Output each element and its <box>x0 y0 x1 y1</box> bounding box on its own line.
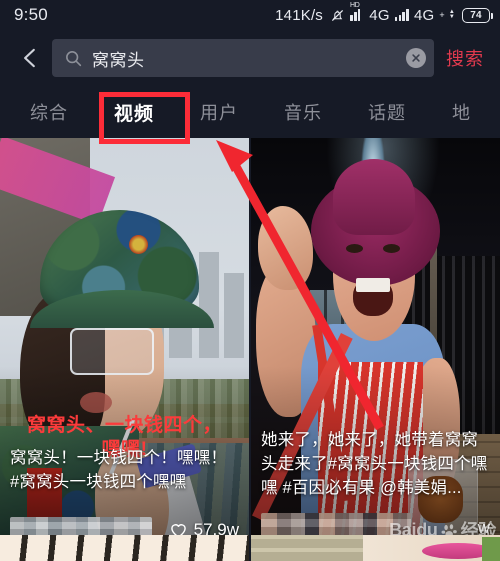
carrier-2-plus: + <box>439 10 445 20</box>
signal-bars-icon-1: HD <box>350 2 364 21</box>
carrier-1-label: 4G <box>369 6 390 24</box>
carrier-2-label: 4G <box>413 6 435 24</box>
clear-circle-icon[interactable] <box>406 48 426 68</box>
video-card-right[interactable]: 她来了，她来了，她带着窝窝头走来了#窝窝头一块钱四个嘿嘿 #百因必有果 @韩美娟… <box>251 138 500 561</box>
search-query-text: 窝窝头 <box>92 50 145 70</box>
peek-decoration-edge <box>482 537 500 561</box>
status-time: 9:50 <box>14 5 48 24</box>
tab-bar: 综合 视频 用户 音乐 话题 地 <box>0 86 500 138</box>
data-transfer-icon: ▲ ▼ <box>448 9 455 20</box>
back-chevron-icon <box>17 45 43 71</box>
tab-user[interactable]: 用户 <box>200 99 238 125</box>
video-card-left[interactable]: 窝窝头、一块钱四个， 嘿嘿! 窝窝头！一块钱四个！嘿嘿！ #窝窝头一块钱四个嘿嘿… <box>0 138 249 561</box>
search-submit-button[interactable]: 搜索 <box>434 45 490 71</box>
search-icon <box>64 49 83 68</box>
tab-video[interactable]: 视频 <box>114 99 154 126</box>
bell-muted-icon <box>330 8 345 23</box>
next-results-row-peek[interactable] <box>0 535 500 561</box>
battery-indicator: 74 <box>462 7 493 23</box>
search-header: 窝窝头 搜索 <box>0 30 500 86</box>
status-bar: 9:50 141K/s HD 4G 4G + ▲ ▼ 74 <box>0 0 500 30</box>
app-root: 9:50 141K/s HD 4G 4G + ▲ ▼ 74 窝窝头 搜索 综合 … <box>0 0 500 561</box>
tab-topic[interactable]: 话题 <box>368 99 406 125</box>
video-results-grid: 窝窝头、一块钱四个， 嘿嘿! 窝窝头！一块钱四个！嘿嘿！ #窝窝头一块钱四个嘿嘿… <box>0 138 500 561</box>
status-icons: 141K/s HD 4G 4G + ▲ ▼ 74 <box>275 2 493 24</box>
network-speed: 141K/s <box>275 6 324 24</box>
video-thumbnail-left <box>0 138 249 561</box>
tab-comprehensive[interactable]: 综合 <box>30 99 68 125</box>
video-caption-right: 她来了，她来了，她带着窝窝头走来了#窝窝头一块钱四个嘿嘿 #百因必有果 @韩美娟… <box>261 431 488 498</box>
search-input[interactable]: 窝窝头 <box>52 39 434 77</box>
back-button[interactable] <box>8 36 52 80</box>
video-caption-left: 窝窝头！一块钱四个！嘿嘿！ #窝窝头一块钱四个嘿嘿 <box>10 449 228 492</box>
peek-thumbnail-left[interactable] <box>0 535 249 561</box>
hd-label: HD <box>350 2 360 9</box>
tab-location[interactable]: 地 <box>452 99 471 125</box>
signal-bars-icon-2 <box>394 9 409 21</box>
tab-music[interactable]: 音乐 <box>284 99 322 125</box>
